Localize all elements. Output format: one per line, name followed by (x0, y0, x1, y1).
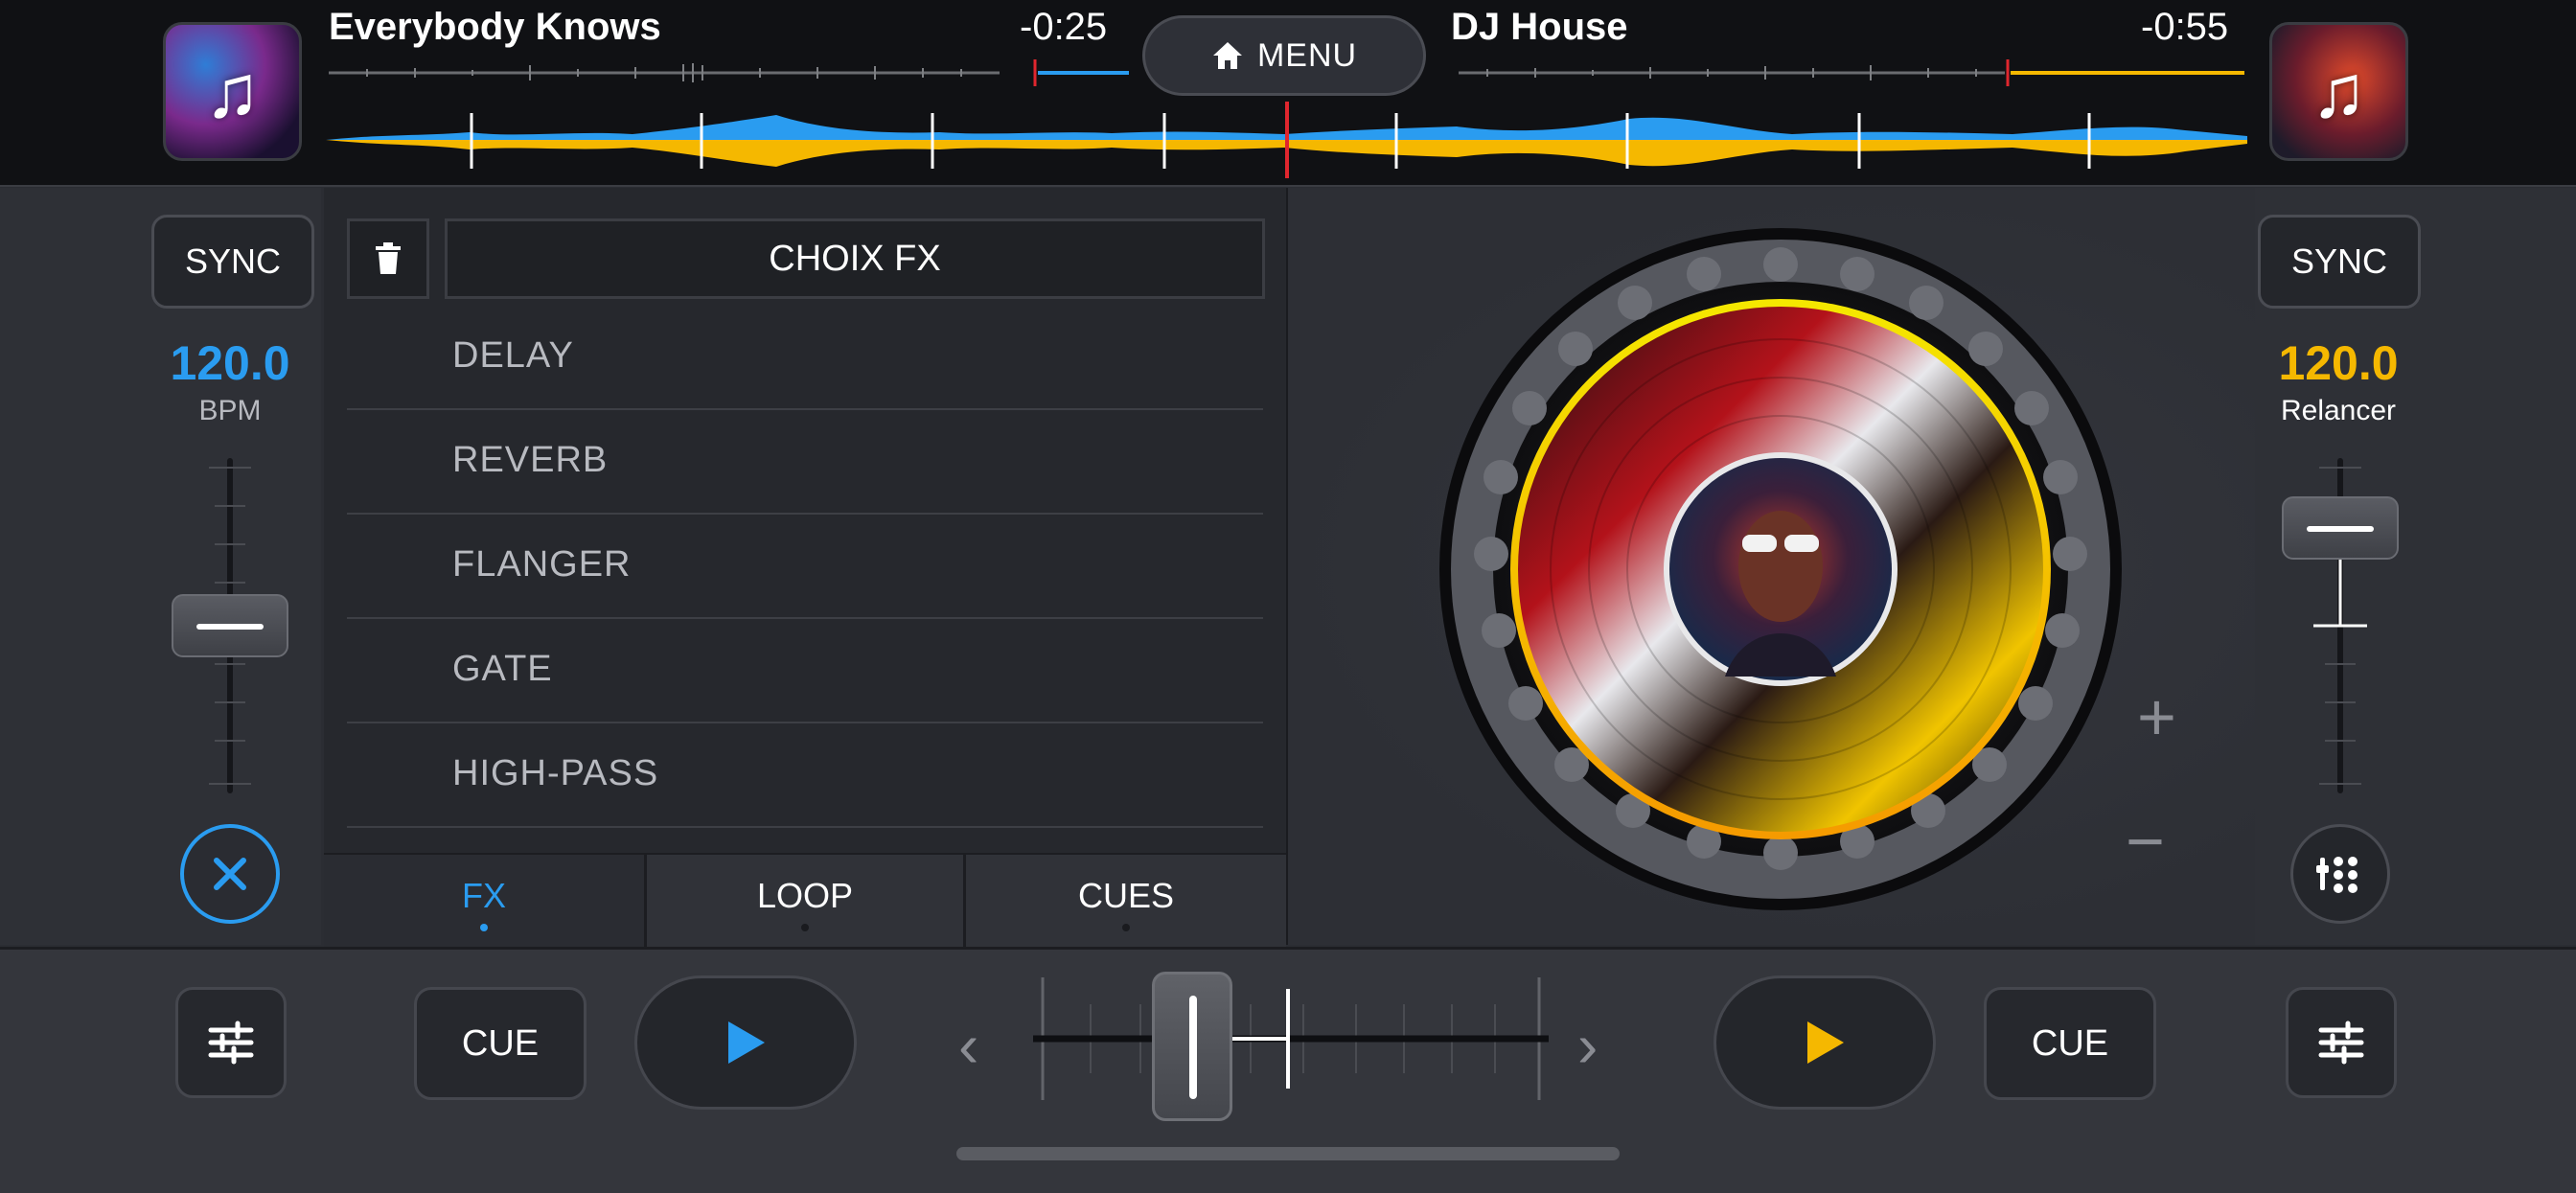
close-icon (214, 858, 246, 890)
right-bpm-value: 120.0 (2278, 336, 2399, 390)
crossfader-prev[interactable]: ‹ (958, 1010, 978, 1081)
right-mixer-button[interactable] (2290, 824, 2390, 924)
fx-item-delay[interactable]: DELAY (347, 307, 1263, 410)
main-waveform[interactable] (326, 102, 2247, 178)
tab-cues-label: CUES (1077, 876, 1175, 915)
fx-tab-bar: FX LOOP CUES (324, 853, 1286, 947)
pitch-bend-minus[interactable]: − (2126, 803, 2165, 880)
crossfader-next[interactable]: › (1577, 1010, 1598, 1081)
left-reset-pitch-button[interactable] (180, 824, 280, 924)
right-sync-button[interactable]: SYNC (2258, 215, 2421, 309)
left-bpm-label: BPM (198, 395, 262, 426)
menu-button[interactable]: MENU (1142, 15, 1426, 96)
tab-cues[interactable]: CUES (966, 855, 1286, 947)
trash-icon (376, 242, 401, 274)
fx-choice-header[interactable]: CHOIX FX (445, 218, 1265, 299)
left-cue-button[interactable]: CUE (414, 987, 586, 1100)
right-reset-label[interactable]: Relancer (2223, 395, 2453, 427)
left-eq-button[interactable] (175, 987, 287, 1098)
delete-fx-button[interactable] (347, 218, 429, 299)
crossfader[interactable]: ‹ › (958, 972, 1610, 1125)
music-note-icon: ♫ (204, 49, 261, 133)
crossfader-thumb-line (1189, 996, 1197, 1099)
left-track-title: Everybody Knows (329, 6, 661, 48)
music-note-icon: ♫ (2311, 49, 2367, 133)
right-overview-waveform[interactable] (1459, 59, 2244, 86)
fx-item-reverb[interactable]: REVERB (347, 411, 1263, 515)
fx-item-gate[interactable]: GATE (347, 620, 1263, 723)
play-icon (728, 1021, 765, 1064)
right-track-title: DJ House (1451, 6, 1628, 48)
home-icon (1212, 42, 1242, 69)
tab-loop-label: LOOP (756, 876, 854, 915)
left-bpm-value: 120.0 (170, 336, 290, 390)
fx-item-label: REVERB (452, 440, 609, 480)
left-pitch-slider[interactable] (172, 458, 288, 793)
left-pitch-thumb[interactable] (172, 594, 288, 657)
left-play-button[interactable] (634, 975, 857, 1110)
right-pitch-slider[interactable] (2282, 458, 2399, 793)
fx-item-high-pass[interactable]: HIGH-PASS (347, 724, 1263, 828)
fx-item-label: DELAY (452, 335, 574, 376)
fx-item-label: GATE (452, 649, 553, 689)
menu-label: MENU (1256, 36, 1358, 74)
sliders-icon (2318, 1021, 2364, 1065)
fx-item-label: FLANGER (452, 544, 632, 585)
right-eq-button[interactable] (2286, 987, 2397, 1098)
left-overview-waveform[interactable] (329, 59, 1129, 86)
sliders-icon (208, 1021, 254, 1065)
right-jog-wheel[interactable] (1438, 226, 2124, 912)
right-cue-button[interactable]: CUE (1984, 987, 2156, 1100)
tab-loop[interactable]: LOOP (647, 855, 963, 947)
mixer-icon (2316, 857, 2358, 893)
right-track-artwork[interactable]: ♫ (2269, 22, 2408, 161)
left-time-remaining: -0:25 (1020, 6, 1108, 48)
right-play-button[interactable] (1714, 975, 1936, 1110)
crossfader-scale (1033, 977, 1549, 1100)
right-time-remaining: -0:55 (2141, 6, 2229, 48)
tab-fx-label: FX (461, 876, 506, 915)
pitch-bend-plus[interactable]: + (2137, 678, 2176, 755)
left-track-artwork[interactable]: ♫ (163, 22, 302, 161)
right-pitch-thumb[interactable] (2282, 496, 2399, 560)
home-indicator[interactable] (956, 1147, 1620, 1160)
play-icon (1807, 1021, 1844, 1064)
fx-item-flanger[interactable]: FLANGER (347, 516, 1263, 619)
tab-fx[interactable]: FX (324, 855, 644, 947)
fx-item-label: HIGH-PASS (452, 753, 659, 793)
left-sync-button[interactable]: SYNC (151, 215, 314, 309)
crossfader-thumb[interactable] (1152, 972, 1232, 1121)
